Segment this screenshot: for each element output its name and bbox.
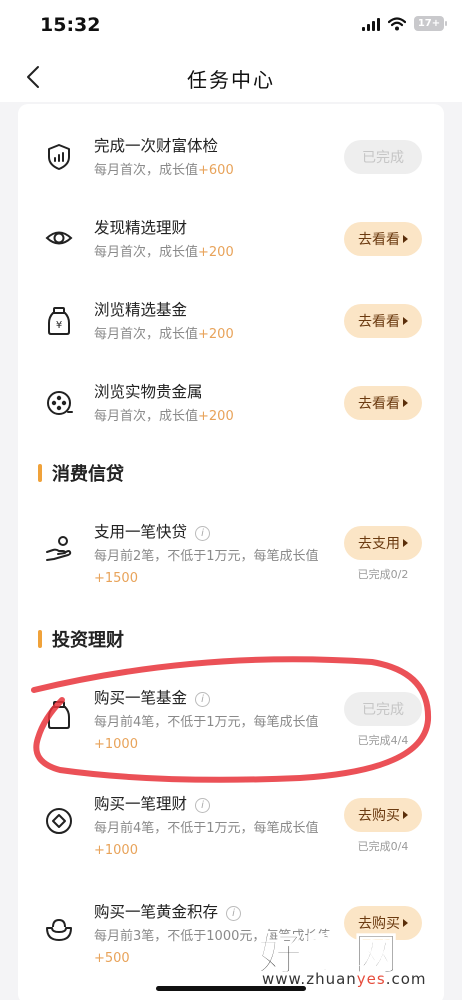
task-title: 购买一笔理财 i: [94, 792, 211, 814]
info-icon[interactable]: i: [195, 798, 211, 813]
task-title: 完成一次财富体检: [94, 137, 219, 155]
watermark-logo: 好赚网 www.zhuanyes.com: [257, 918, 454, 992]
shield-chart-icon: [48, 144, 70, 170]
section-title: 消费信贷: [52, 464, 124, 485]
task-progress: 已完成4/4: [357, 734, 409, 747]
task-description: 每月首次，成长值+200: [94, 409, 234, 424]
status-time: 15:32: [40, 14, 101, 36]
info-icon[interactable]: i: [226, 906, 242, 921]
section-title: 投资理财: [52, 630, 124, 651]
go-view-button[interactable]: 去看看: [344, 386, 422, 420]
go-borrow-button[interactable]: 去支用: [344, 526, 422, 560]
home-indicator[interactable]: [156, 986, 306, 991]
task-description: 每月前4笔，不低于1万元，每笔成长值+1000: [94, 821, 319, 858]
task-progress: 已完成0/4: [357, 840, 409, 853]
hand-coin-icon: [46, 536, 72, 561]
svg-text:¥: ¥: [56, 320, 62, 331]
gold-ingot-icon: [46, 918, 72, 941]
task-item: 购买一笔基金 i 每月前4笔，不低于1万元，每笔成长值+1000 已完成 已完成4…: [18, 668, 444, 772]
task-description: 每月前4笔，不低于1万元，每笔成长值+1000: [94, 715, 319, 752]
task-description: 每月首次，成长值+600: [94, 163, 234, 178]
go-buy-button[interactable]: 去购买: [344, 798, 422, 832]
task-item: ¥ 浏览精选基金 每月首次，成长值+200 去看看: [18, 278, 444, 358]
status-bar: 15:32 17+: [0, 0, 462, 52]
task-title: 购买一笔基金 i: [94, 686, 211, 708]
task-progress: 已完成0/2: [357, 568, 409, 581]
task-description: 每月前2笔，不低于1万元，每笔成长值+1500: [94, 549, 319, 586]
section-header-consumer-credit: 消费信贷: [38, 460, 124, 486]
task-completed-button[interactable]: 已完成: [344, 692, 422, 726]
battery-icon: 17+: [414, 16, 447, 31]
coin-icon: [46, 808, 72, 834]
task-item: 购买一笔理财 i 每月前4笔，不低于1万元，每笔成长值+1000 去购买 已完成0…: [18, 774, 444, 878]
task-description: 每月首次，成长值+200: [94, 327, 234, 342]
task-item: 浏览实物贵金属 每月首次，成长值+200 去看看: [18, 360, 444, 440]
wifi-icon: [388, 16, 406, 30]
film-reel-icon: [47, 391, 73, 415]
task-list-card: 完成一次财富体检 每月首次，成长值+600 已完成 发现精选理财 每月首次，成长…: [18, 104, 444, 1000]
status-icons: 17+: [362, 16, 447, 31]
cellular-signal-icon: [362, 17, 380, 31]
section-accent-bar: [38, 630, 42, 648]
go-view-button[interactable]: 去看看: [344, 222, 422, 256]
task-title: 支用一笔快贷 i: [94, 520, 211, 542]
task-description: 每月首次，成长值+200: [94, 245, 234, 260]
nav-bar: 任务中心: [0, 52, 462, 102]
jar-icon: [48, 701, 70, 729]
task-title: 购买一笔黄金积存 i: [94, 900, 242, 922]
task-item: 完成一次财富体检 每月首次，成长值+600 已完成: [18, 116, 444, 196]
go-view-button[interactable]: 去看看: [344, 304, 422, 338]
task-title: 浏览精选基金: [94, 301, 188, 319]
task-title: 发现精选理财: [94, 219, 188, 237]
page-title: 任务中心: [187, 68, 275, 92]
task-completed-button[interactable]: 已完成: [344, 140, 422, 174]
task-title: 浏览实物贵金属: [94, 383, 203, 401]
task-item: 发现精选理财 每月首次，成长值+200 去看看: [18, 196, 444, 276]
info-icon[interactable]: i: [195, 692, 211, 707]
section-header-investment: 投资理财: [38, 626, 124, 652]
eye-icon: [45, 231, 73, 245]
task-item: 支用一笔快贷 i 每月前2笔，不低于1万元，每笔成长值+1500 去支用 已完成0…: [18, 500, 444, 604]
money-jar-icon: ¥: [48, 307, 70, 335]
info-icon[interactable]: i: [195, 526, 211, 541]
section-accent-bar: [38, 464, 42, 482]
